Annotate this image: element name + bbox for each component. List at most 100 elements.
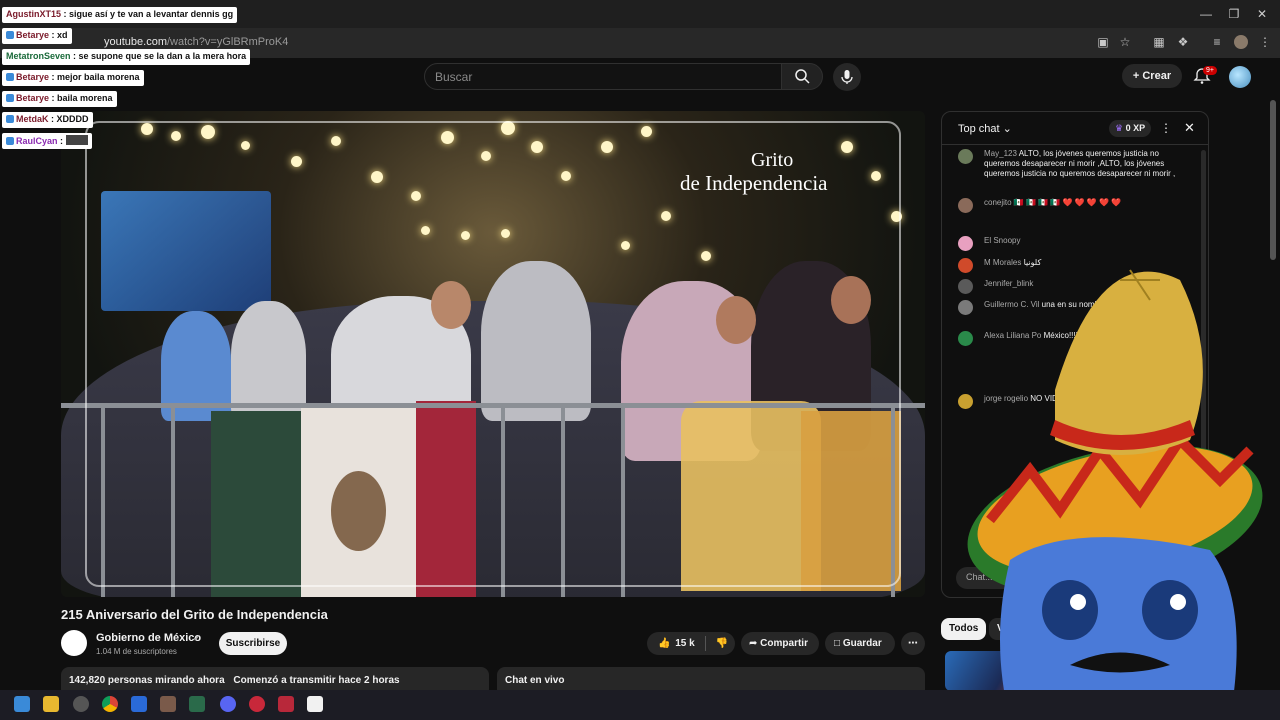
more-horizontal-icon: ⋯ [908, 638, 918, 649]
search-button[interactable] [781, 63, 823, 90]
app-icon[interactable] [278, 696, 294, 712]
chat-avatar [958, 198, 973, 213]
overlay-chat-text: sigue así y te van a levantar dennis gg [69, 9, 234, 19]
channel-name[interactable]: Gobierno de México [96, 632, 201, 644]
sub-badge-icon [6, 115, 14, 123]
url-host: youtube.com [104, 36, 167, 48]
like-button[interactable]: 👍 15 k [653, 632, 703, 655]
overlay-chat-user: MetatronSeven [6, 51, 71, 61]
overlay-chat-text: xd [57, 30, 68, 40]
xp-value: 0 XP [1125, 123, 1146, 133]
media-icon[interactable]: ≡ [1210, 35, 1224, 49]
share-label: Compartir [760, 638, 808, 649]
overlay-chat-text: baila morena [57, 93, 113, 103]
chat-mode-dropdown[interactable]: Top chat ⌄ [958, 122, 1012, 135]
profile-icon[interactable] [1234, 35, 1248, 49]
chat-avatar [958, 149, 973, 164]
minimize-icon[interactable]: — [1198, 6, 1214, 22]
like-count: 15 k [675, 638, 695, 649]
windows-start-icon[interactable] [14, 696, 30, 712]
create-label: Crear [1142, 70, 1172, 82]
overlay-chat-user: Betarye [16, 93, 50, 103]
live-viewers: 142,820 personas mirando ahora [69, 675, 225, 686]
chat-menu-icon[interactable]: ⋮ [1160, 121, 1172, 135]
overlay-chat-user: AgustinXT15 [6, 9, 62, 19]
url-path: /watch?v=yGlBRmProK4 [166, 36, 289, 48]
obs-icon[interactable] [73, 696, 89, 712]
overlay-chat-message: MetdaK : XDDDD [2, 112, 93, 128]
chat-author[interactable]: conejito [984, 198, 1012, 207]
app-icon[interactable] [189, 696, 205, 712]
notification-count-badge: 9+ [1203, 66, 1217, 75]
bookmark-star-icon[interactable]: ☆ [1118, 35, 1132, 49]
thumbs-down-icon: 👎 [715, 638, 729, 649]
video-overlay-title-line2: de Independencia [680, 171, 828, 195]
video-player[interactable]: Grito de Independencia [61, 111, 925, 597]
overlay-chat-message: Betarye : mejor baila morena [2, 70, 144, 86]
overlay-chat-message: Betarye : xd [2, 28, 72, 44]
app-icon[interactable] [307, 696, 323, 712]
like-dislike-group: 👍 15 k 👎 [647, 632, 735, 655]
channel-avatar[interactable] [61, 630, 87, 656]
overlay-chat-user: MetdaK [16, 114, 49, 124]
overlay-chat-emote [65, 135, 88, 145]
chat-message: conejito 🇲🇽 🇲🇽 🇲🇽 🇲🇽 ❤️ ❤️ ❤️ ❤️ ❤️ [958, 198, 1188, 213]
sub-badge-icon [6, 73, 14, 81]
chat-author[interactable]: May_123 [984, 149, 1017, 158]
overlay-chat-message: AgustinXT15 : sigue así y te van a levan… [2, 7, 238, 23]
save-label: Guardar [842, 638, 882, 649]
crown-icon: ♛ [1115, 123, 1124, 133]
overlay-chat-user: RaulCyan [16, 136, 58, 146]
verified-icon: ✔ [193, 633, 201, 643]
chrome-icon[interactable] [102, 696, 118, 712]
install-app-icon[interactable]: ▣ [1096, 35, 1110, 49]
subscriber-count: 1.04 M de suscriptores [96, 647, 177, 656]
bookmark-icon: □ [834, 638, 841, 649]
menu-kebab-icon[interactable]: ⋮ [1258, 35, 1272, 49]
app-icon[interactable] [131, 696, 147, 712]
share-icon: ➦ [749, 638, 758, 649]
sub-badge-icon [6, 137, 14, 145]
close-chat-icon[interactable]: ✕ [1184, 120, 1195, 136]
overlay-chat-message: RaulCyan : [2, 133, 92, 149]
sub-badge-icon [6, 94, 14, 102]
stream-started: Comenzó a transmitir hace 2 horas [233, 675, 400, 686]
subscribe-button[interactable]: Suscribirse [219, 632, 287, 655]
extension-icon[interactable]: ▦ [1152, 35, 1166, 49]
page-scrollbar[interactable] [1270, 100, 1276, 260]
close-window-icon[interactable]: ✕ [1254, 6, 1270, 22]
url-text[interactable]: youtube.com/watch?v=yGlBRmProK4 [104, 36, 288, 48]
file-explorer-icon[interactable] [43, 696, 59, 712]
overlay-chat-user: Betarye [16, 72, 50, 82]
overlay-chat-message: MetatronSeven : se supone que se la dan … [2, 49, 251, 65]
more-actions-button[interactable]: ⋯ [901, 632, 925, 655]
plus-icon: + [1132, 70, 1143, 82]
search-input[interactable]: Buscar [424, 63, 782, 90]
share-button[interactable]: ➦ Compartir [741, 632, 819, 655]
like-divider [705, 636, 706, 651]
thumbs-up-icon: 👍 [658, 638, 671, 649]
create-button[interactable]: + Crear [1122, 64, 1182, 88]
voice-search-button[interactable] [833, 63, 861, 91]
streamer-avatar-overlay [967, 269, 1263, 720]
overlay-chat-text: mejor baila morena [57, 72, 140, 82]
discord-icon[interactable] [220, 696, 236, 712]
chat-message: May_123 ALTO, los jóvenes queremos justi… [958, 149, 1188, 179]
search-icon [795, 69, 810, 84]
dislike-button[interactable]: 👎 [711, 632, 733, 655]
save-button[interactable]: □ Guardar [825, 632, 895, 655]
video-title: 215 Aniversario del Grito de Independenc… [61, 607, 328, 622]
live-chat-label: Chat en vivo [505, 675, 565, 686]
app-icon[interactable] [160, 696, 176, 712]
chat-text: 🇲🇽 🇲🇽 🇲🇽 🇲🇽 ❤️ ❤️ ❤️ ❤️ ❤️ [1013, 198, 1122, 207]
overlay-chat-text: se supone que se la dan a la mera hora [78, 51, 247, 61]
puzzle-icon[interactable]: ❖ [1176, 35, 1190, 49]
chat-header: Top chat ⌄ ♛ 0 XP ⋮ ✕ [942, 112, 1208, 145]
opera-icon[interactable] [249, 696, 265, 712]
user-avatar[interactable] [1229, 66, 1251, 88]
maximize-icon[interactable]: ❐ [1226, 6, 1242, 22]
microphone-icon [841, 70, 853, 84]
sub-badge-icon [6, 31, 14, 39]
xp-badge[interactable]: ♛ 0 XP [1109, 120, 1152, 137]
chat-mode-label: Top chat [958, 123, 1000, 135]
